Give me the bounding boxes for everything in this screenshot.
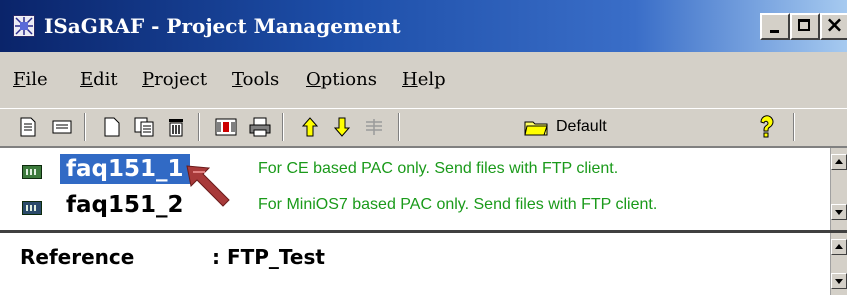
isagraf-app-icon[interactable] xyxy=(13,15,35,37)
project-description: For CE based PAC only. Send files with F… xyxy=(258,160,619,177)
scroll-up-button[interactable] xyxy=(831,239,847,255)
default-button[interactable]: Default xyxy=(524,113,654,141)
scroll-up-button[interactable] xyxy=(831,154,847,170)
toolbar-separator xyxy=(793,113,795,141)
menu-help[interactable]: Help xyxy=(402,69,446,90)
scroll-down-button[interactable] xyxy=(831,273,847,289)
reference-value: : FTP_Test xyxy=(212,245,325,269)
move-up-icon[interactable] xyxy=(296,113,324,141)
toolbar-separator xyxy=(84,113,86,141)
annotation-arrow-icon xyxy=(186,165,230,207)
menu-edit[interactable]: Edit xyxy=(80,69,118,90)
project-name[interactable]: faq151_2 xyxy=(60,190,190,220)
copy-project-icon[interactable] xyxy=(130,113,158,141)
reference-panel: Reference : FTP_Test xyxy=(0,230,847,295)
menu-bar: File Edit Project Tools Options Help xyxy=(0,52,847,108)
toolbar-separator xyxy=(282,113,284,141)
reference-label: Reference xyxy=(20,245,135,269)
minimize-button[interactable] xyxy=(760,13,790,40)
menu-tools[interactable]: Tools xyxy=(232,69,279,90)
default-folder-icon xyxy=(524,121,548,136)
project-description: For MiniOS7 based PAC only. Send files w… xyxy=(258,196,658,213)
project-icon xyxy=(22,201,42,215)
move-down-icon[interactable] xyxy=(328,113,356,141)
window-title: ISaGRAF - Project Management xyxy=(44,14,401,38)
edit-project-icon[interactable] xyxy=(14,113,42,141)
title-bar[interactable]: ISaGRAF - Project Management × xyxy=(0,0,847,52)
properties-icon[interactable] xyxy=(48,113,76,141)
project-row[interactable]: faq151_1 For CE based PAC only. Send fil… xyxy=(0,152,820,188)
toolbar-separator xyxy=(398,113,400,141)
list-icon[interactable] xyxy=(360,113,388,141)
project-name[interactable]: faq151_1 xyxy=(60,154,190,184)
menu-project[interactable]: Project xyxy=(142,69,207,90)
project-list[interactable]: faq151_1 For CE based PAC only. Send fil… xyxy=(0,146,847,230)
scroll-down-button[interactable] xyxy=(831,204,847,220)
reference-scrollbar[interactable] xyxy=(830,233,847,295)
default-label: Default xyxy=(556,118,607,135)
new-project-icon[interactable] xyxy=(98,113,126,141)
close-button[interactable]: × xyxy=(820,13,847,40)
menu-file[interactable]: File xyxy=(13,69,48,90)
help-icon[interactable] xyxy=(753,113,781,141)
project-list-scrollbar[interactable] xyxy=(830,148,847,230)
project-icon xyxy=(22,165,42,179)
toolbar-separator xyxy=(198,113,200,141)
maximize-button[interactable] xyxy=(790,13,820,40)
delete-project-icon[interactable] xyxy=(162,113,190,141)
print-icon[interactable] xyxy=(246,113,274,141)
archive-icon[interactable] xyxy=(212,113,240,141)
project-row[interactable]: faq151_2 For MiniOS7 based PAC only. Sen… xyxy=(0,188,820,224)
toolbar: Default xyxy=(0,108,847,146)
menu-options[interactable]: Options xyxy=(306,69,377,90)
